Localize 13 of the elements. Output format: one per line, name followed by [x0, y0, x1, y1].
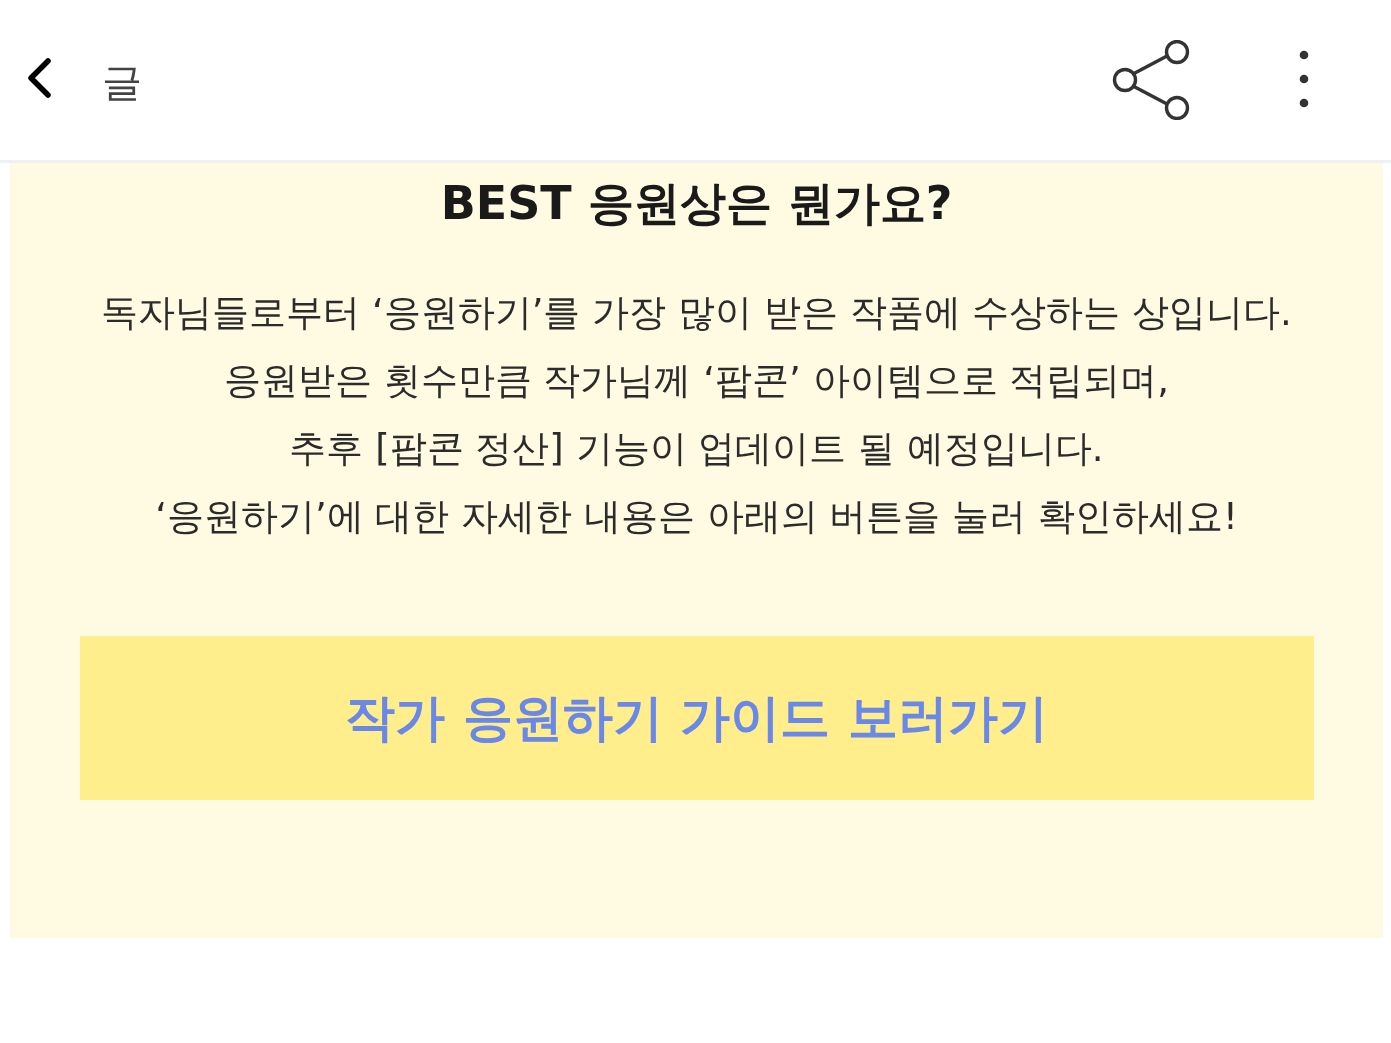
back-button[interactable]	[26, 58, 52, 98]
more-icon	[1299, 50, 1309, 108]
description-line: ‘응원하기’에 대한 자세한 내용은 아래의 버튼을 눌러 확인하세요!	[155, 494, 1238, 540]
description-line: 응원받은 횟수만큼 작가님께 ‘팝콘’ 아이템으로 적립되며,	[223, 358, 1170, 404]
back-icon	[26, 58, 52, 98]
notice-heading: BEST 응원상은 뭔가요?	[440, 175, 953, 231]
description-line: 독자님들로부터 ‘응원하기’를 가장 많이 받은 작품에 수상하는 상입니다.	[101, 290, 1292, 336]
share-button[interactable]	[1112, 40, 1192, 120]
share-icon	[1112, 40, 1192, 120]
description-line: 추후 [팝콘 정산] 기능이 업데이트 될 예정입니다.	[289, 426, 1104, 472]
more-button[interactable]	[1299, 50, 1309, 108]
page-title: 글	[102, 62, 142, 102]
guide-button[interactable]: 작가 응원하기 가이드 보러가기	[79, 636, 1314, 800]
